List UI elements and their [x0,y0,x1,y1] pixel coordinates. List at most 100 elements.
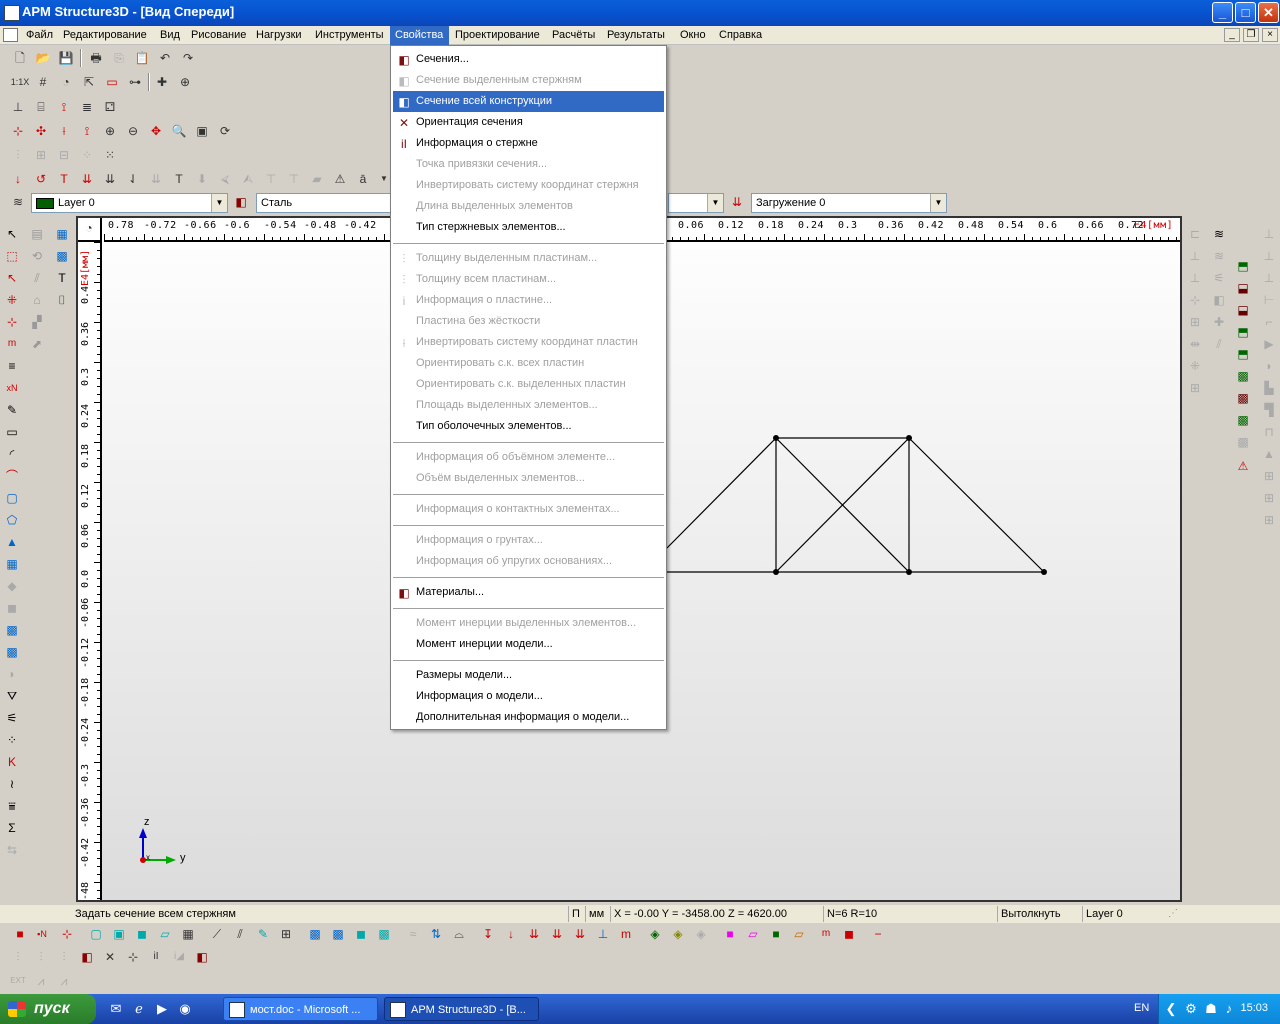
table-tool-icon[interactable]: ⊞ [276,924,296,944]
menu-item[interactable]: Тип стержневых элементов... [393,217,664,238]
plane-cyan-icon[interactable]: ▱ [155,924,175,944]
green-square-icon[interactable]: ■ [766,924,786,944]
ext-gray-icon[interactable]: EXT [8,971,28,991]
rod-gray-2-icon[interactable]: ⫶ [31,947,51,967]
menu-item[interactable]: Дополнительная информация о модели... [393,707,664,728]
info-gray-icon[interactable]: i◢ [169,947,189,967]
cube-cyan-2-icon[interactable]: ◼ [351,924,371,944]
plate-red-icon[interactable]: ⬓ [1233,278,1253,298]
section-small-icon[interactable]: ◧ [77,947,97,967]
align-8-icon[interactable]: ⊞ [1185,378,1205,398]
truss-gray-2-icon[interactable]: ⩘ [54,971,74,991]
support-13-icon[interactable]: ⊞ [1259,488,1279,508]
menu-item[interactable]: ◧ Материалы... [393,582,664,603]
warning-icon[interactable]: ⚠ [1233,456,1253,476]
menu-item[interactable]: Размеры модели... [393,665,664,686]
tray-expand-icon[interactable]: ❮ [1163,1001,1179,1017]
status-unit[interactable]: мм [585,906,609,922]
support-10-icon[interactable]: ⊓ [1259,422,1279,442]
outlook-icon[interactable]: ✉ [108,1001,124,1017]
pin-small-icon[interactable]: ⊹ [123,947,143,967]
truss-gray-icon[interactable]: ⩘ [31,971,51,991]
layer-green-icon[interactable]: ◈ [645,924,665,944]
menu-item[interactable]: ◧ Сечение всей конструкции [393,91,664,112]
menu-item[interactable]: iI Информация о стержне [393,133,664,154]
menu-item[interactable]: ✕ Ориентация сечения [393,112,664,133]
line-tool-icon[interactable]: ⟋ [207,924,227,944]
align-6-icon[interactable]: ⇹ [1185,334,1205,354]
support-11-icon[interactable]: ▲ [1259,444,1279,464]
align-4-icon[interactable]: ⊹ [1185,290,1205,310]
plate-red-2-icon[interactable]: ⬓ [1233,300,1253,320]
square-cyan-2-icon[interactable]: ▣ [109,924,129,944]
support-5-icon[interactable]: ⌐ [1259,312,1279,332]
support-14-icon[interactable]: ⊞ [1259,510,1279,530]
align-7-icon[interactable]: ⁜ [1185,356,1205,376]
cube-gray-icon[interactable]: ▩ [1233,432,1253,452]
orientation-small-icon[interactable]: ✕ [100,947,120,967]
support-6-icon[interactable]: ▶ [1259,334,1279,354]
axes-snap-icon[interactable]: ⊹ [57,924,77,944]
magenta-plane-icon[interactable]: ▱ [743,924,763,944]
wave-gray-icon[interactable]: ≈ [403,924,423,944]
orange-plane-icon[interactable]: ▱ [789,924,809,944]
mass-load-icon[interactable]: m [616,924,636,944]
pen-cyan-icon[interactable]: ✎ [253,924,273,944]
tray-safely-remove-icon[interactable]: ⚙ [1183,1001,1199,1017]
rod-gray-icon[interactable]: ⫶ [8,947,28,967]
materials-small-icon[interactable]: ◧ [192,947,212,967]
align-3-icon[interactable]: ⊥ [1185,268,1205,288]
dist-load-icon[interactable]: ⇊ [524,924,544,944]
arch-icon[interactable]: ⌓ [449,924,469,944]
force-blue-icon[interactable]: ⊥ [593,924,613,944]
support-7-icon[interactable]: ◗ [1259,356,1279,376]
support-2-icon[interactable]: ⊥ [1259,246,1279,266]
ie-icon[interactable]: ℯ [131,1001,147,1017]
align-icon[interactable]: ⊏ [1185,224,1205,244]
grid-box-icon[interactable]: ▦ [178,924,198,944]
resize-grip-icon[interactable]: ⋰ [1168,908,1180,920]
dist-load-2-icon[interactable]: ⇊ [547,924,567,944]
cube-cyan-icon[interactable]: ◼ [132,924,152,944]
support-8-icon[interactable]: ▙ [1259,378,1279,398]
support-1-icon[interactable]: ⊥ [1259,224,1279,244]
support-3-icon[interactable]: ⊥ [1259,268,1279,288]
multi-line-icon[interactable]: ⫽ [230,924,250,944]
point-load-icon[interactable]: ↓ [501,924,521,944]
magenta-square-icon[interactable]: ■ [720,924,740,944]
n-snap-icon[interactable]: ▪N [32,924,52,944]
cube-green-2-icon[interactable]: ▩ [1233,410,1253,430]
quicklaunch-icon[interactable]: ◉ [177,1001,193,1017]
cube-green-icon[interactable]: ▩ [1233,366,1253,386]
align-2-icon[interactable]: ⊥ [1185,246,1205,266]
layers-3d-4-icon[interactable]: ◧ [1209,290,1229,310]
layer-yellow-icon[interactable]: ◈ [668,924,688,944]
menu-item[interactable]: Тип оболочечных элементов... [393,416,664,437]
mass-2-icon[interactable]: m [816,924,836,944]
dist-load-3-icon[interactable]: ⇊ [570,924,590,944]
media-player-icon[interactable]: ▶ [154,1001,170,1017]
status-projection[interactable]: П [568,906,584,922]
layer-gray-icon[interactable]: ◈ [691,924,711,944]
square-cyan-icon[interactable]: ▢ [86,924,106,944]
menu-item[interactable]: ◧ Сечения... [393,49,664,70]
arrows-icon[interactable]: ⇅ [426,924,446,944]
layers-3d-icon[interactable]: ≋ [1209,224,1229,244]
support-12-icon[interactable]: ⊞ [1259,466,1279,486]
align-5-icon[interactable]: ⊞ [1185,312,1205,332]
layers-3d-5-icon[interactable]: ✚ [1209,312,1229,332]
cube-cyan-3-icon[interactable]: ▩ [374,924,394,944]
minus-red-icon[interactable]: − [868,924,888,944]
tray-volume-icon[interactable]: ♪ [1221,1001,1237,1017]
cube-red-icon[interactable]: ▩ [1233,388,1253,408]
point-snap-icon[interactable]: ■ [10,924,30,944]
layers-3d-3-icon[interactable]: ⚟ [1209,268,1229,288]
menu-item[interactable]: Информация о модели... [393,686,664,707]
plate-green-icon[interactable]: ⬒ [1233,256,1253,276]
menu-item[interactable]: Момент инерции модели... [393,634,664,655]
cube-blue-icon[interactable]: ▩ [305,924,325,944]
cube-blue-2-icon[interactable]: ▩ [328,924,348,944]
plate-green-3-icon[interactable]: ⬒ [1233,344,1253,364]
taskbar-item-apm[interactable]: APM Structure3D - [В... [384,997,539,1021]
rod-gray-3-icon[interactable]: ⫶ [54,947,74,967]
